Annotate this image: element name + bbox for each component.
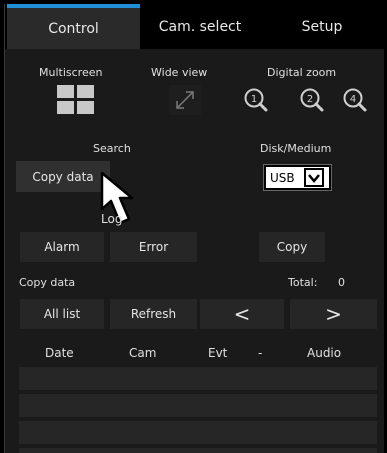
control-panel: Control Cam. select Setup Multiscreen Wi… bbox=[4, 4, 384, 453]
svg-text:1: 1 bbox=[251, 94, 257, 105]
wide-view-label: Wide view bbox=[151, 66, 208, 79]
col-header-evt: Evt bbox=[208, 346, 228, 360]
zoom-x2-icon[interactable]: 2 bbox=[299, 87, 325, 113]
tab-cam-select[interactable]: Cam. select bbox=[140, 4, 260, 49]
zoom-x4-icon[interactable]: 4 bbox=[342, 87, 368, 113]
copy-data-title: Copy data bbox=[19, 276, 76, 289]
alarm-button[interactable]: Alarm bbox=[20, 232, 104, 262]
chevron-right-icon: > bbox=[325, 302, 342, 326]
error-button[interactable]: Error bbox=[110, 232, 197, 262]
list-row[interactable] bbox=[19, 367, 377, 390]
copy-data-button[interactable]: Copy data bbox=[16, 161, 110, 192]
chevron-left-icon: < bbox=[233, 302, 251, 326]
total-label: Total: bbox=[288, 276, 318, 289]
col-header-date: Date bbox=[45, 346, 74, 360]
zoom-x1-icon[interactable]: 1 bbox=[243, 87, 269, 113]
next-page-button[interactable]: > bbox=[290, 299, 377, 329]
svg-text:2: 2 bbox=[307, 94, 313, 105]
col-header-cam: Cam bbox=[129, 346, 157, 360]
list-row[interactable] bbox=[19, 394, 377, 417]
prev-page-button[interactable]: < bbox=[200, 299, 284, 329]
col-header-dash: - bbox=[258, 346, 263, 360]
tab-setup[interactable]: Setup bbox=[260, 4, 384, 49]
disk-medium-label: Disk/Medium bbox=[260, 142, 332, 155]
svg-text:4: 4 bbox=[350, 94, 356, 105]
col-header-audio: Audio bbox=[307, 346, 342, 360]
total-value: 0 bbox=[338, 276, 345, 289]
multiscreen-icon[interactable] bbox=[57, 85, 95, 115]
list-row[interactable] bbox=[19, 421, 377, 444]
wide-view-icon[interactable] bbox=[169, 85, 201, 115]
chevron-down-icon[interactable] bbox=[304, 168, 324, 187]
disk-medium-select[interactable]: USB bbox=[263, 164, 332, 191]
multiscreen-label: Multiscreen bbox=[39, 66, 103, 79]
tab-control[interactable]: Control bbox=[7, 4, 140, 49]
list-row[interactable] bbox=[19, 448, 377, 453]
refresh-button[interactable]: Refresh bbox=[110, 299, 197, 329]
disk-selected-value: USB bbox=[270, 170, 295, 185]
all-list-button[interactable]: All list bbox=[20, 299, 104, 329]
search-label: Search bbox=[93, 142, 131, 155]
copy-log-button[interactable]: Copy bbox=[259, 232, 325, 262]
control-content: Multiscreen Wide view Digital zoom 1 2 4… bbox=[5, 49, 384, 453]
log-label: Log bbox=[101, 212, 123, 226]
digital-zoom-label: Digital zoom bbox=[267, 66, 337, 79]
